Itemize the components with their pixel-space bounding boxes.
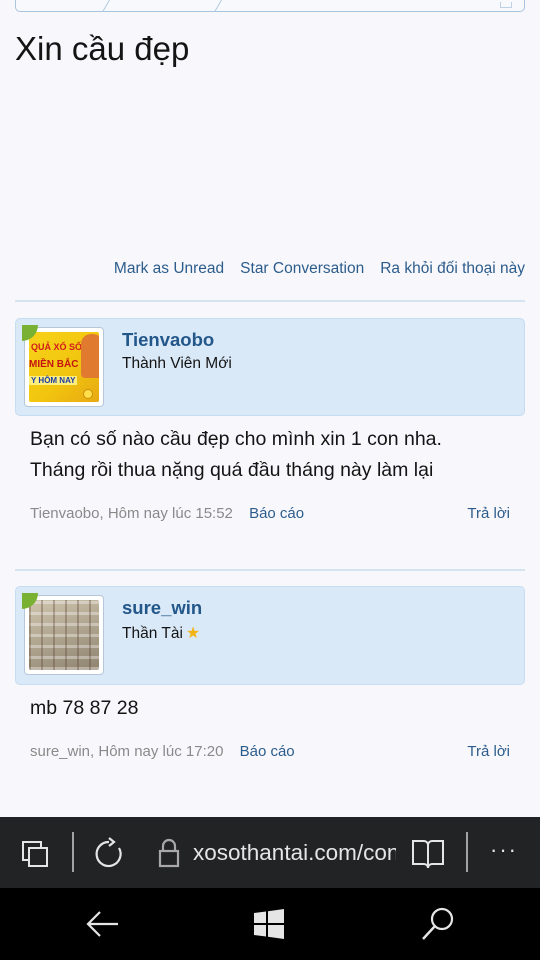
- coin-icon: [83, 389, 93, 399]
- user-info: sure_win Thần Tài ★: [122, 597, 202, 643]
- tabs-icon[interactable]: [20, 839, 50, 869]
- divider: [15, 569, 525, 571]
- user-title: Thành Viên Mới: [122, 355, 232, 372]
- browser-toolbar: xosothantai.com/conversations ···: [0, 817, 540, 888]
- avatar-text: MIỀN BẮC: [29, 359, 79, 370]
- message-author-date: sure_win, Hôm nay lúc 17:20: [30, 743, 224, 760]
- message-author-date: Tienvaobo, Hôm nay lúc 15:52: [30, 505, 233, 522]
- divider: [15, 300, 525, 302]
- refresh-icon[interactable]: [92, 837, 126, 871]
- message-user-header: sure_win Thần Tài ★: [15, 586, 525, 685]
- search-icon[interactable]: [420, 906, 456, 942]
- breadcrumb[interactable]: [15, 0, 525, 12]
- report-link[interactable]: Báo cáo: [240, 743, 295, 760]
- breadcrumb-separator: [199, 0, 231, 11]
- message-meta: Tienvaobo, Hôm nay lúc 15:52 Báo cáo Trả…: [30, 505, 510, 522]
- reply-link[interactable]: Trả lời: [467, 743, 510, 760]
- avatar-text: Y HÔM NAY: [29, 376, 78, 385]
- message-body: Bạn có số nào cầu đẹp cho mình xin 1 con…: [30, 428, 442, 481]
- breadcrumb-separator: [87, 0, 119, 11]
- lock-icon: [158, 838, 180, 868]
- leave-conversation-link[interactable]: Ra khỏi đối thoại này: [380, 260, 525, 278]
- toolbar-divider: [72, 832, 74, 872]
- username-link[interactable]: Tienvaobo: [122, 329, 232, 351]
- toolbar-divider: [466, 832, 468, 872]
- page-title: Xin cầu đẹp: [15, 30, 190, 67]
- avatar-text: QUẢ XỔ SỐ: [31, 342, 83, 352]
- message-meta: sure_win, Hôm nay lúc 17:20 Báo cáo Trả …: [30, 743, 510, 760]
- star-icon: ★: [185, 625, 201, 642]
- message-user-header: QUẢ XỔ SỐ MIỀN BẮC Y HÔM NAY Tienvaobo T…: [15, 318, 525, 416]
- user-info: Tienvaobo Thành Viên Mới: [122, 329, 232, 373]
- avatar-image: QUẢ XỔ SỐ MIỀN BẮC Y HÔM NAY: [29, 332, 99, 402]
- reading-view-icon[interactable]: [410, 837, 446, 871]
- report-link[interactable]: Báo cáo: [249, 505, 304, 522]
- more-options-icon[interactable]: ···: [488, 837, 520, 867]
- back-arrow-icon[interactable]: [84, 908, 120, 940]
- user-title-text: Thần Tài: [122, 625, 183, 642]
- avatar-image: [29, 600, 99, 670]
- windows-start-icon[interactable]: [254, 909, 284, 939]
- username-link[interactable]: sure_win: [122, 597, 202, 619]
- conversation-actions: Mark as Unread Star Conversation Ra khỏi…: [114, 260, 525, 278]
- address-bar[interactable]: xosothantai.com/conversations: [193, 840, 396, 866]
- mascot-figure: [81, 334, 99, 378]
- avatar[interactable]: [22, 593, 104, 675]
- system-nav-bar: [0, 888, 540, 960]
- reply-link[interactable]: Trả lời: [467, 505, 510, 522]
- avatar[interactable]: QUẢ XỔ SỐ MIỀN BẮC Y HÔM NAY: [22, 325, 104, 407]
- user-title: Thần Tài ★: [122, 623, 202, 643]
- message-body: mb 78 87 28: [30, 697, 139, 719]
- star-conversation-link[interactable]: Star Conversation: [240, 260, 364, 278]
- breadcrumb-end-icon: [500, 2, 512, 8]
- mark-unread-link[interactable]: Mark as Unread: [114, 260, 224, 278]
